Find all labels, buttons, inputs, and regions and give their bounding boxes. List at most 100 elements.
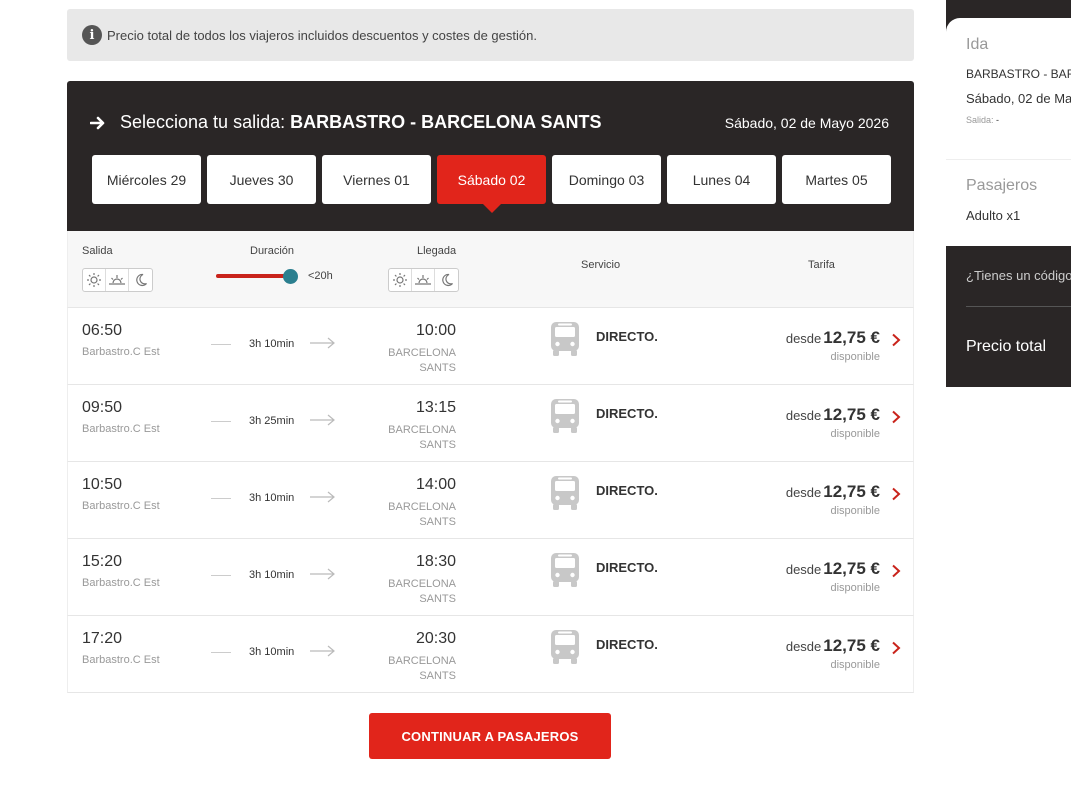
service-type: DIRECTO. [596, 637, 658, 652]
trip-duration: 3h 10min [249, 338, 295, 350]
sun-icon[interactable] [83, 269, 106, 291]
duration-value: <20h [308, 270, 333, 282]
day-tab[interactable]: Domingo 03 [552, 155, 661, 204]
bus-icon [551, 322, 579, 356]
price-prefix: desde [785, 562, 822, 577]
arrival-stop: BARCELONA SANTS [388, 347, 456, 374]
departure-stop: Barbastro.C Est [82, 654, 160, 666]
passenger-count: Adulto x1 [966, 208, 1021, 223]
timeline-line [211, 498, 231, 499]
price: 12,75 € [823, 636, 880, 655]
departure-time: 15:20 [82, 553, 123, 570]
fare: desde 12,75 € [786, 405, 880, 425]
tarifa-label: Tarifa [808, 259, 835, 271]
price-prefix: desde [785, 331, 822, 346]
departure-time: 17:20 [82, 630, 123, 647]
departure-header: Selecciona tu salida: BARBASTRO - BARCEL… [67, 81, 914, 231]
arrow-right-icon [90, 116, 105, 130]
sun-icon[interactable] [389, 269, 412, 291]
selected-date: Sábado, 02 de Mayo 2026 [724, 115, 889, 131]
chevron-right-icon[interactable] [891, 333, 901, 347]
divider [946, 159, 1071, 160]
day-tab[interactable]: Martes 05 [782, 155, 891, 204]
chevron-right-icon[interactable] [891, 487, 901, 501]
fare: desde 12,75 € [786, 328, 880, 348]
bus-icon [551, 553, 579, 587]
summary-route: BARBASTRO - BAR [966, 67, 1071, 81]
trip-duration: 3h 10min [249, 646, 295, 658]
arrow-right-icon [310, 414, 335, 426]
arrival-time: 14:00 [415, 476, 456, 493]
trip-row[interactable]: 09:50 Barbastro.C Est 3h 25min 13:15 BAR… [67, 385, 914, 462]
llegada-label: Llegada [417, 245, 457, 257]
booking-summary: Ida BARBASTRO - BAR Sábado, 02 de Ma Sal… [946, 0, 1071, 387]
arrow-right-icon [310, 645, 335, 657]
availability: disponible [830, 351, 880, 363]
info-icon: i [82, 25, 102, 45]
day-tab[interactable]: Viernes 01 [322, 155, 431, 204]
timeline-line [211, 575, 231, 576]
bus-icon [551, 630, 579, 664]
departure-stop: Barbastro.C Est [82, 577, 160, 589]
day-tabs: Miércoles 29 Jueves 30 Viernes 01 Sábado… [92, 155, 891, 213]
arrow-right-icon [310, 337, 335, 349]
trip-row[interactable]: 06:50 Barbastro.C Est 3h 10min 10:00 BAR… [67, 308, 914, 385]
moon-icon[interactable] [129, 269, 152, 291]
day-tab-active[interactable]: Sábado 02 [437, 155, 546, 213]
arrival-stop: BARCELONA SANTS [388, 578, 456, 605]
summary-date: Sábado, 02 de Ma [966, 91, 1071, 106]
day-tab[interactable]: Jueves 30 [207, 155, 316, 204]
service-type: DIRECTO. [596, 483, 658, 498]
price: 12,75 € [823, 405, 880, 424]
total-price-label: Precio total [966, 338, 1047, 355]
slider-track [216, 274, 290, 278]
fare: desde 12,75 € [786, 482, 880, 502]
ida-heading: Ida [966, 36, 989, 53]
service-type: DIRECTO. [596, 406, 658, 421]
notice-text: Precio total de todos los viajeros inclu… [107, 27, 537, 43]
fare: desde 12,75 € [786, 636, 880, 656]
timeline-line [211, 421, 231, 422]
timeline-line [211, 652, 231, 653]
price-prefix: desde [785, 408, 822, 423]
sunrise-icon[interactable] [412, 269, 435, 291]
trip-list: 06:50 Barbastro.C Est 3h 10min 10:00 BAR… [67, 308, 914, 693]
servicio-label: Servicio [581, 259, 621, 271]
arrow-right-icon [310, 568, 335, 580]
chevron-right-icon[interactable] [891, 410, 901, 424]
availability: disponible [830, 659, 880, 671]
day-tab[interactable]: Lunes 04 [667, 155, 776, 204]
arrival-time: 18:30 [415, 553, 456, 570]
arrival-time: 10:00 [415, 322, 456, 339]
price: 12,75 € [823, 328, 880, 347]
route-name: BARBASTRO - BARCELONA SANTS [290, 112, 602, 132]
service-type: DIRECTO. [596, 329, 658, 344]
arrival-time: 13:15 [415, 399, 456, 416]
trip-row[interactable]: 17:20 Barbastro.C Est 3h 10min 20:30 BAR… [67, 616, 914, 693]
arrival-stop: BARCELONA SANTS [388, 501, 456, 528]
summary-departure: Salida: - [966, 115, 1000, 125]
price-prefix: desde [785, 485, 822, 500]
trip-row[interactable]: 10:50 Barbastro.C Est 3h 10min 14:00 BAR… [67, 462, 914, 539]
slider-handle[interactable] [283, 269, 298, 284]
service-type: DIRECTO. [596, 560, 658, 575]
availability: disponible [830, 505, 880, 517]
fare: desde 12,75 € [786, 559, 880, 579]
day-tab[interactable]: Miércoles 29 [92, 155, 201, 204]
duration-slider[interactable] [216, 269, 298, 284]
summary-card: Ida BARBASTRO - BAR Sábado, 02 de Ma Sal… [946, 18, 1071, 246]
trip-row[interactable]: 15:20 Barbastro.C Est 3h 10min 18:30 BAR… [67, 539, 914, 616]
page-title: Selecciona tu salida: BARBASTRO - BARCEL… [120, 112, 602, 132]
chevron-right-icon[interactable] [891, 641, 901, 655]
continue-to-passengers-button[interactable]: CONTINUAR A PASAJEROS [369, 713, 611, 759]
arrival-time-filter [388, 268, 459, 292]
promo-code-link[interactable]: ¿Tienes un código [966, 268, 1071, 283]
trip-duration: 3h 10min [249, 492, 295, 504]
pasajeros-heading: Pasajeros [966, 177, 1038, 194]
sunrise-icon[interactable] [106, 269, 129, 291]
chevron-right-icon[interactable] [891, 564, 901, 578]
salida-label: Salida [82, 245, 113, 257]
filter-bar: Salida Duración Llegada Servicio Tarifa … [67, 231, 914, 308]
departure-stop: Barbastro.C Est [82, 346, 160, 358]
moon-icon[interactable] [435, 269, 458, 291]
